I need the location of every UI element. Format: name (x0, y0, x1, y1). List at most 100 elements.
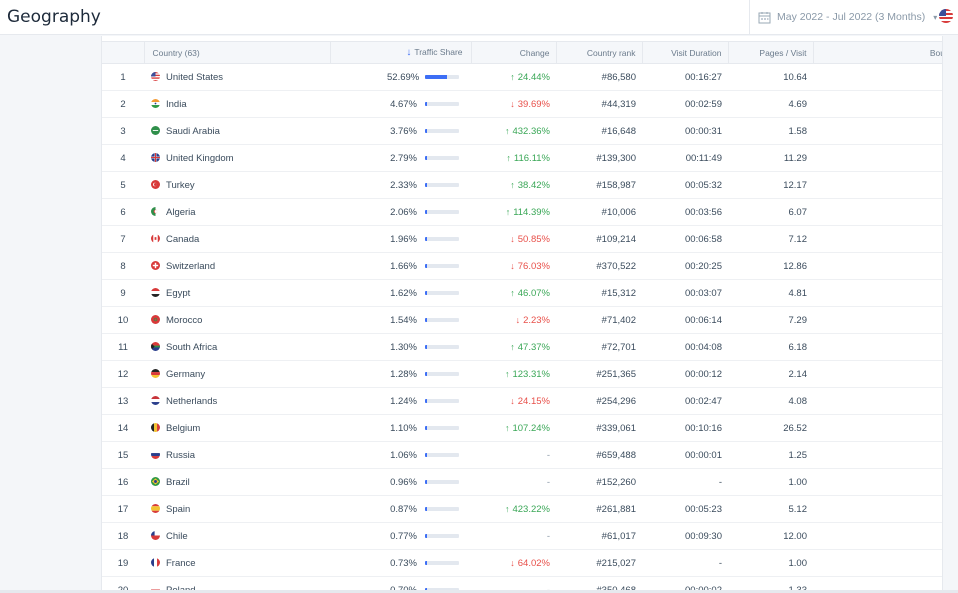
table-row[interactable]: 12 Germany 1.28% ↑ 123.31% #251,365 00:00:12 2.… (102, 360, 942, 388)
country-rank-cell: #15,312 (556, 279, 642, 307)
col-header-bounce-rate[interactable]: Bounce Rate (813, 41, 942, 64)
table-row[interactable]: 19France0.73%↓64.02%#215,027-1.00100% (102, 549, 942, 577)
table-row[interactable]: 18 Chile 0.77% -#61,01700:09:3012.0050.00% (102, 522, 942, 550)
country-cell[interactable]: Netherlands (144, 387, 330, 415)
table-row[interactable]: 15 Russia 1.06% -#659,48800:00:011.2575.00% (102, 441, 942, 469)
table-row[interactable]: 14 Belgium 1.10% ↑ 107.24% #339,061 00:10:16 26… (102, 414, 942, 442)
table-header-row: Country (63) ↓ Traffic Share Change Count… (102, 41, 942, 64)
country-rank-cell: #251,365 (556, 360, 642, 388)
traffic-share-cell: 1.54% (330, 306, 471, 334)
sort-down-icon: ↓ (406, 47, 412, 58)
country-cell[interactable]: France (144, 549, 330, 577)
table-row[interactable]: 10Morocco1.54%↓2.23%#71,40200:06:147.294… (102, 306, 942, 334)
country-name: Switzerland (166, 260, 216, 272)
page-title: Geography (7, 7, 101, 27)
country-name: Belgium (166, 422, 201, 434)
change-value: 46.07% (517, 287, 550, 299)
country-cell[interactable]: Morocco (144, 306, 330, 334)
country-cell[interactable]: South Africa (144, 333, 330, 361)
bounce-rate-cell: 19.23% (813, 495, 942, 523)
table-row[interactable]: 17 Spain 0.87% ↑ 423.22% #261,881 00:05:23 5.12… (102, 495, 942, 523)
rank-cell: 5 (102, 171, 144, 199)
bounce-rate-cell: 27.66% (813, 144, 942, 172)
left-pane (0, 36, 100, 593)
table-row[interactable]: 7Canada1.96%↓50.85%#109,21400:06:587.124… (102, 225, 942, 253)
bounce-rate-cell: 42.83% (813, 225, 942, 253)
pages-per-visit-cell: 2.14 (728, 360, 813, 388)
country-name: Canada (166, 233, 200, 245)
us-flag-icon[interactable] (939, 9, 953, 23)
country-name: Netherlands (166, 395, 218, 407)
rank-cell: 17 (102, 495, 144, 523)
table-row[interactable]: 6 Algeria 2.06% ↑ 114.39% #10,006 00:03:56 6.07… (102, 198, 942, 226)
country-name: Saudi Arabia (166, 125, 220, 137)
col-header-visit-duration[interactable]: Visit Duration (642, 41, 729, 64)
col-header-country-rank[interactable]: Country rank (556, 41, 643, 64)
traffic-share-bar-fill (425, 237, 427, 241)
traffic-share-cell: 3.76% (330, 117, 471, 145)
table-row[interactable]: 11 South Africa 1.30% ↑ 47.37% #72,701 00:04:0… (102, 333, 942, 361)
change-value: 24.15% (517, 395, 550, 407)
country-cell[interactable]: Spain (144, 495, 330, 523)
country-cell[interactable]: Brazil (144, 468, 330, 496)
pages-per-visit-cell: 1.00 (728, 468, 813, 496)
traffic-share-cell: 4.67% (330, 90, 471, 118)
rank-cell: 19 (102, 549, 144, 577)
change-cell: ↑ 423.22% (471, 495, 556, 523)
traffic-share-bar-fill (425, 561, 427, 565)
visit-duration-cell: 00:00:12 (642, 360, 728, 388)
visit-duration-cell: 00:05:32 (642, 171, 728, 199)
country-cell[interactable]: India (144, 90, 330, 118)
country-cell[interactable]: Turkey (144, 171, 330, 199)
chevron-down-icon: ▾ (933, 12, 938, 22)
change-cell: - (471, 522, 556, 550)
traffic-share-bar-fill (425, 75, 448, 79)
table-row[interactable]: 3 Saudi Arabia 3.76% ↑ 432.36% #16,648 00:00:3… (102, 117, 942, 145)
change-value: 76.03% (517, 260, 550, 272)
country-cell[interactable]: Switzerland (144, 252, 330, 280)
table-row[interactable]: 9Egypt1.62%↑46.07%#15,31200:03:074.8143.… (102, 279, 942, 307)
col-header-change[interactable]: Change (471, 41, 557, 64)
rank-cell: 2 (102, 90, 144, 118)
table-row[interactable]: 4 United Kingdom 2.79% ↑ 116.11% #139,300 00:1… (102, 144, 942, 172)
bounce-rate-cell: 28.57% (813, 360, 942, 388)
table-row[interactable]: 5 Turkey 2.33% ↑ 38.42% #158,987 00:05:32 12.17… (102, 171, 942, 199)
country-cell[interactable]: United States (144, 63, 330, 91)
traffic-share-bar (425, 318, 459, 322)
rank-cell: 12 (102, 360, 144, 388)
col-header-country-rank-label: Country rank (586, 47, 636, 58)
ch-flag-icon (151, 260, 160, 270)
country-rank-cell: #16,648 (556, 117, 642, 145)
change-cell: ↑ 38.42% (471, 171, 556, 199)
country-name: Spain (166, 503, 191, 515)
table-row[interactable]: 16Brazil0.96%-#152,260-1.00100% (102, 468, 942, 496)
col-header-traffic-share[interactable]: ↓ Traffic Share (330, 41, 472, 64)
col-header-pages-per-visit[interactable]: Pages / Visit (728, 41, 814, 64)
change-cell: ↓ 76.03% (471, 252, 556, 280)
traffic-share-cell: 1.62% (330, 279, 471, 307)
country-cell[interactable]: Chile (144, 522, 330, 550)
table-row[interactable]: 8 Switzerland 1.66% ↓ 76.03% #370,522 00:20:25… (102, 252, 942, 280)
visit-duration-cell: 00:16:27 (642, 63, 728, 91)
col-header-country[interactable]: Country (63) (144, 41, 331, 64)
country-cell[interactable]: Germany (144, 360, 330, 388)
traffic-share-cell: 1.96% (330, 225, 471, 253)
col-header-rank (102, 41, 145, 64)
country-cell[interactable]: Egypt (144, 279, 330, 307)
country-cell[interactable]: Belgium (144, 414, 330, 442)
country-cell[interactable]: Canada (144, 225, 330, 253)
country-cell[interactable]: Algeria (144, 198, 330, 226)
table-row[interactable]: 2India4.67%↓39.69%#44,31900:02:594.6949.… (102, 90, 942, 118)
change-value: 432.36% (512, 125, 550, 137)
date-range-picker[interactable]: May 2022 - Jul 2022 (3 Months) ▾ (758, 8, 937, 26)
country-name: South Africa (166, 341, 218, 353)
traffic-share-bar (425, 426, 459, 430)
bounce-rate-cell: 53.85% (813, 117, 942, 145)
country-cell[interactable]: Russia (144, 441, 330, 469)
col-header-traffic-share-label: Traffic Share (414, 47, 463, 57)
table-row[interactable]: 13 Netherlands 1.24% ↓ 24.15% #254,296 00:02:4… (102, 387, 942, 415)
country-cell[interactable]: Saudi Arabia (144, 117, 330, 145)
table-row[interactable]: 1 United States 52.69% ↑ 24.44% #86,580 00:16:… (102, 63, 942, 91)
country-cell[interactable]: United Kingdom (144, 144, 330, 172)
country-rank-cell: #152,260 (556, 468, 642, 496)
